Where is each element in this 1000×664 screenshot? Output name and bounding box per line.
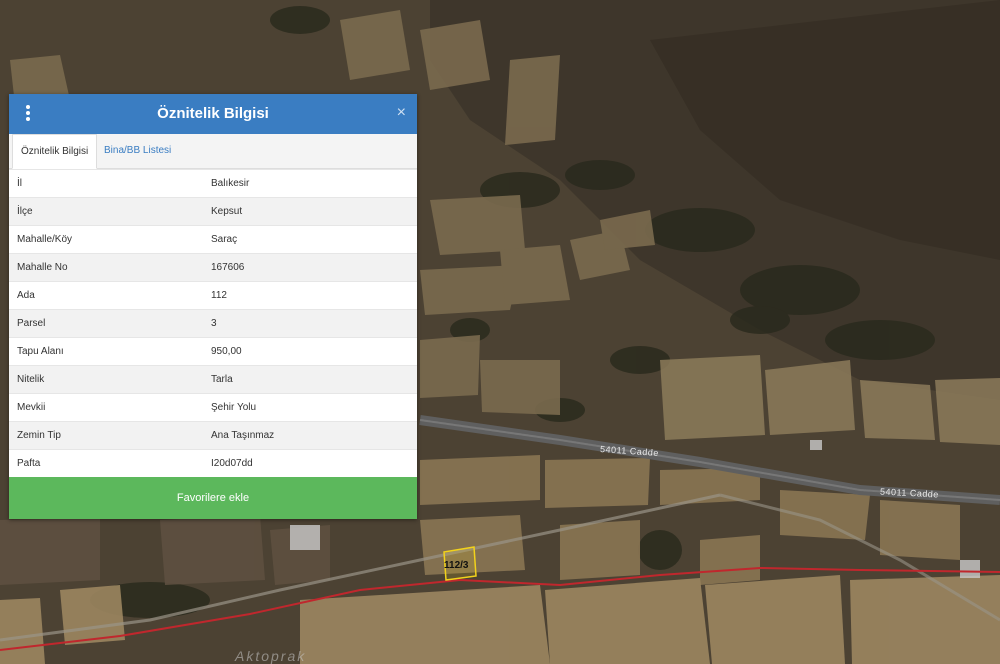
table-row: Parsel 3 xyxy=(9,309,417,338)
table-row: Nitelik Tarla xyxy=(9,365,417,394)
table-row: Pafta I20d07dd xyxy=(9,449,417,478)
table-row: Mevkii Şehir Yolu xyxy=(9,393,417,422)
row-value: 950,00 xyxy=(203,337,417,366)
row-value: 3 xyxy=(203,309,417,338)
row-key: Zemin Tip xyxy=(9,421,203,450)
attribute-panel: Öznitelik Bilgisi × Öznitelik Bilgisi Bi… xyxy=(9,94,417,519)
row-value: Saraç xyxy=(203,225,417,254)
row-key: Mevkii xyxy=(9,393,203,422)
attribute-table: İl Balıkesir İlçe Kepsut Mahalle/Köy Saraç … xyxy=(9,169,417,478)
table-row: İlçe Kepsut xyxy=(9,197,417,226)
row-value: I20d07dd xyxy=(203,449,417,478)
tab-attribute-info[interactable]: Öznitelik Bilgisi xyxy=(12,134,98,169)
row-key: Ada xyxy=(9,281,203,310)
panel-title: Öznitelik Bilgisi xyxy=(157,105,269,122)
row-key: Parsel xyxy=(9,309,203,338)
row-value: 112 xyxy=(203,281,417,310)
table-row: Zemin Tip Ana Taşınmaz xyxy=(9,421,417,450)
row-value: 167606 xyxy=(203,253,417,282)
row-value: Kepsut xyxy=(203,197,417,226)
panel-tabs: Öznitelik Bilgisi Bina/BB Listesi xyxy=(9,134,417,169)
table-row: İl Balıkesir xyxy=(9,169,417,198)
add-to-favorites-button[interactable]: Favorilere ekle xyxy=(9,477,417,519)
panel-header: Öznitelik Bilgisi × xyxy=(9,94,417,134)
table-row: Mahalle No 167606 xyxy=(9,253,417,282)
row-value: Ana Taşınmaz xyxy=(203,421,417,450)
table-row: Tapu Alanı 950,00 xyxy=(9,337,417,366)
parcel-label[interactable]: 112/3 xyxy=(444,560,468,571)
row-value: Tarla xyxy=(203,365,417,394)
row-key: Nitelik xyxy=(9,365,203,394)
place-label: Aktoprak xyxy=(235,648,307,664)
row-value: Şehir Yolu xyxy=(203,393,417,422)
row-key: Mahalle No xyxy=(9,253,203,282)
row-value: Balıkesir xyxy=(203,169,417,198)
tab-building-list[interactable]: Bina/BB Listesi xyxy=(96,134,179,168)
table-row: Mahalle/Köy Saraç xyxy=(9,225,417,254)
row-key: Mahalle/Köy xyxy=(9,225,203,254)
close-icon[interactable]: × xyxy=(397,104,406,122)
row-key: Tapu Alanı xyxy=(9,337,203,366)
table-row: Ada 112 xyxy=(9,281,417,310)
row-key: İl xyxy=(9,169,203,198)
row-key: Pafta xyxy=(9,449,203,478)
row-key: İlçe xyxy=(9,197,203,226)
